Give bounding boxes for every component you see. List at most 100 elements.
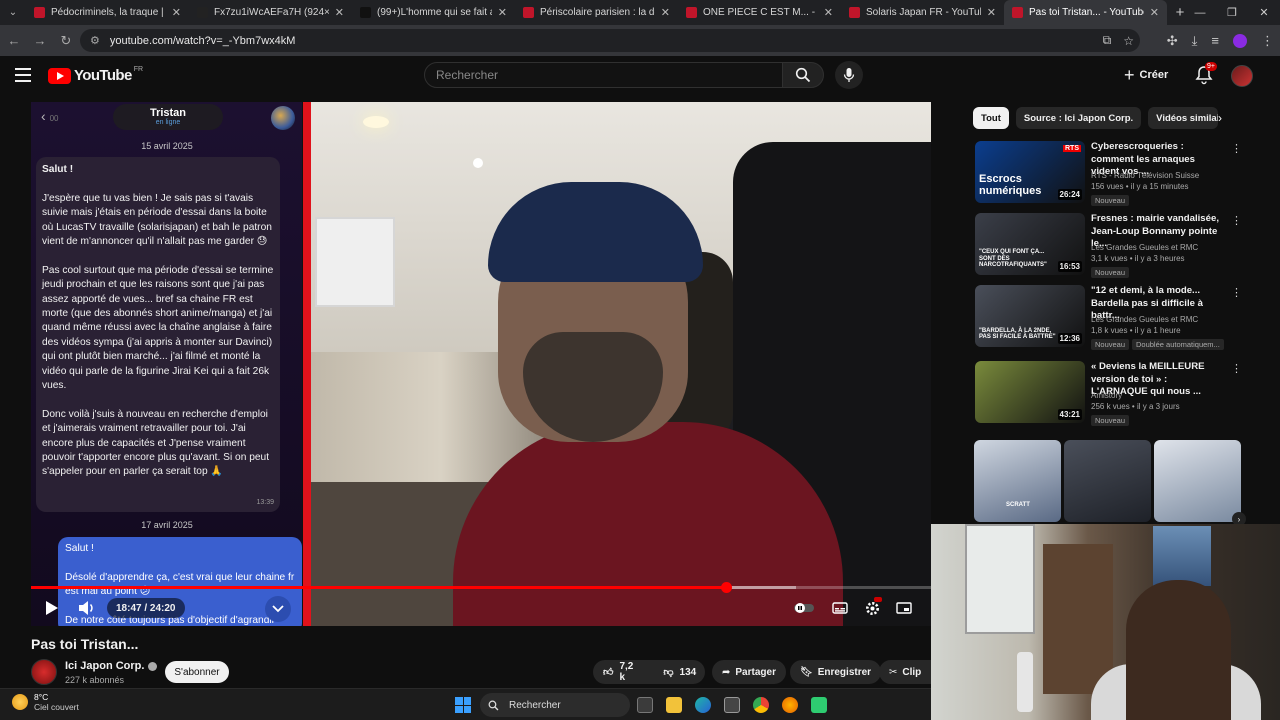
tab-search-menu[interactable]: ⌄ xyxy=(0,0,26,25)
taskbar-search[interactable]: Rechercher xyxy=(480,693,630,717)
short-thumbnail[interactable]: SCRATT xyxy=(974,440,1061,522)
windows-start-icon[interactable] xyxy=(455,697,471,713)
autoplay-toggle[interactable] xyxy=(793,596,815,620)
browser-tab[interactable]: Solaris Japan FR - YouTube ✕ xyxy=(841,0,1004,25)
close-tab-icon[interactable]: ✕ xyxy=(335,6,344,19)
youtube-logo[interactable]: YouTube FR xyxy=(48,66,143,84)
browser-tab[interactable]: Pas toi Tristan... - YouTube ✕ xyxy=(1004,0,1167,25)
menu-icon[interactable] xyxy=(15,68,31,82)
more-options-icon[interactable]: ⋮ xyxy=(1231,362,1242,375)
site-info-icon[interactable]: ⚙ xyxy=(90,34,100,47)
filter-chip[interactable]: Vidéos similaires xyxy=(1148,107,1219,129)
recommended-video[interactable]: Escrocs numériques RTS 26:24 Cyberescroquer… xyxy=(975,141,1242,207)
miniplayer-button[interactable] xyxy=(893,596,915,620)
channel-name: RTS - Radio Télévision Suisse xyxy=(1091,171,1200,180)
search-input[interactable]: Rechercher xyxy=(424,62,783,88)
browser-tab[interactable]: Fx7zu1iWcAEFa7H (924×790) ✕ xyxy=(189,0,352,25)
clip-button[interactable]: ✂ Clip xyxy=(879,660,932,684)
media-control-icon[interactable]: ≡ xyxy=(1211,33,1219,48)
profile-icon[interactable] xyxy=(1233,33,1247,48)
recommended-video[interactable]: "CEUX QUI FONT ÇA... SONT DES NARCOTRAFI… xyxy=(975,213,1242,279)
filter-chips: Tout Source : Ici Japon Corp. Vidéos simil… xyxy=(973,107,1219,129)
close-tab-icon[interactable]: ✕ xyxy=(172,6,181,19)
video-player[interactable]: ‹ 00 Tristan en ligne 15 avril 2025 Salu… xyxy=(31,102,931,626)
hd-badge xyxy=(874,597,882,602)
downloads-icon[interactable]: ⤓ xyxy=(1192,33,1198,49)
back-icon[interactable]: ← xyxy=(2,33,26,48)
miniplayer-icon xyxy=(896,602,912,614)
video-thumbnail[interactable]: "CEUX QUI FONT ÇA... SONT DES NARCOTRAFI… xyxy=(975,213,1085,275)
search-button[interactable] xyxy=(782,62,824,88)
chrome-icon[interactable] xyxy=(753,697,769,713)
filter-chip[interactable]: Tout xyxy=(973,107,1009,129)
new-badge: Nouveau xyxy=(1091,267,1130,278)
settings-button[interactable] xyxy=(861,596,883,620)
weather-widget[interactable]: 8°C Ciel couvert xyxy=(12,692,79,712)
browser-tab[interactable]: (99+)L'homme qui se fait agre ✕ xyxy=(352,0,515,25)
video-thumbnail[interactable]: 43:21 xyxy=(975,361,1085,423)
save-button[interactable]: 🔖︎ Enregistrer xyxy=(790,660,882,684)
app-icon[interactable] xyxy=(811,697,827,713)
edge-icon[interactable] xyxy=(695,697,711,713)
browser-tab[interactable]: ONE PIECE C EST M... - LA COM ✕ xyxy=(678,0,841,25)
minimize-button[interactable]: — xyxy=(1184,0,1216,25)
close-tab-icon[interactable]: ✕ xyxy=(987,6,996,19)
browser-tab[interactable]: Périscolaire parisien : la descen ✕ xyxy=(515,0,678,25)
short-thumbnail[interactable] xyxy=(1154,440,1241,522)
voice-search-button[interactable] xyxy=(835,61,863,89)
url-text: youtube.com/watch?v=_-Ybm7wx4kM xyxy=(109,34,296,47)
recommended-video[interactable]: "BARDELLA, À LA 2NDE, PAS SI FACILE À BA… xyxy=(975,285,1242,351)
create-label: Créer xyxy=(1139,69,1169,81)
more-options-icon[interactable]: ⋮ xyxy=(1231,286,1242,299)
filter-chip[interactable]: Source : Ici Japon Corp. xyxy=(1015,107,1142,129)
volume-button[interactable] xyxy=(75,596,99,620)
install-app-icon[interactable]: ⧉ xyxy=(1103,33,1112,48)
account-avatar[interactable] xyxy=(1231,65,1253,87)
chat-screenshot-panel: ‹ 00 Tristan en ligne 15 avril 2025 Salu… xyxy=(31,102,303,626)
play-button[interactable] xyxy=(41,596,63,620)
close-tab-icon[interactable]: ✕ xyxy=(824,6,833,19)
weather-icon xyxy=(12,694,28,710)
forward-icon[interactable]: → xyxy=(28,33,52,48)
short-thumbnail[interactable] xyxy=(1064,440,1151,522)
task-view-icon[interactable] xyxy=(637,697,653,713)
browser-menu-icon[interactable]: ⋮ xyxy=(1261,33,1274,49)
subscribe-label: S'abonner xyxy=(174,666,220,678)
dislike-button[interactable]: 👎︎ 134 xyxy=(653,660,706,684)
close-tab-icon[interactable]: ✕ xyxy=(661,6,670,19)
firefox-icon[interactable] xyxy=(782,697,798,713)
video-thumbnail[interactable]: Escrocs numériques RTS 26:24 xyxy=(975,141,1085,203)
subscribe-button[interactable]: S'abonner xyxy=(165,661,229,683)
maximize-button[interactable]: ❐ xyxy=(1216,0,1248,25)
channel-avatar[interactable] xyxy=(31,659,57,685)
share-button[interactable]: ➦ Partager xyxy=(712,660,786,684)
browser-tab[interactable]: Pédocriminels, la traque | Docu ✕ xyxy=(26,0,189,25)
extensions-icon[interactable]: ✣ xyxy=(1167,33,1178,49)
store-icon[interactable] xyxy=(724,697,740,713)
progress-bar[interactable] xyxy=(31,582,931,593)
more-options-icon[interactable]: ⋮ xyxy=(1231,214,1242,227)
video-frame xyxy=(303,102,931,626)
like-button[interactable]: 👍︎ 7,2 k xyxy=(593,660,643,684)
weather-condition: Ciel couvert xyxy=(34,702,79,712)
share-label: Partager xyxy=(735,666,776,678)
file-explorer-icon[interactable] xyxy=(666,697,682,713)
webcam-overlay xyxy=(931,524,1280,720)
reload-icon[interactable]: ↻ xyxy=(54,33,78,49)
search-icon xyxy=(488,700,499,710)
create-button[interactable]: + Créer xyxy=(1124,63,1168,87)
close-tab-icon[interactable]: ✕ xyxy=(1150,6,1159,19)
notifications-button[interactable]: 9+ xyxy=(1195,62,1217,85)
youtube-header: YouTube FR Rechercher + Créer 9+ xyxy=(0,56,1280,98)
close-tab-icon[interactable]: ✕ xyxy=(498,6,507,19)
video-thumbnail[interactable]: "BARDELLA, À LA 2NDE, PAS SI FACILE À BA… xyxy=(975,285,1085,347)
chips-next-icon[interactable]: › xyxy=(1218,111,1222,125)
bookmark-star-icon[interactable]: ☆ xyxy=(1123,34,1134,48)
more-options-icon[interactable]: ⋮ xyxy=(1231,142,1242,155)
thumbnail-text: "BARDELLA, À LA 2NDE, PAS SI FACILE À BA… xyxy=(979,327,1056,341)
address-bar[interactable]: ⚙ youtube.com/watch?v=_-Ybm7wx4kM ⧉ ☆ xyxy=(80,29,1140,52)
close-window-button[interactable]: ✕ xyxy=(1248,0,1280,25)
channel-name-link[interactable]: Ici Japon Corp. xyxy=(65,660,158,672)
subtitles-button[interactable] xyxy=(829,596,851,620)
recommended-video[interactable]: 43:21 « Deviens la MEILLEURE version de t… xyxy=(975,361,1242,427)
